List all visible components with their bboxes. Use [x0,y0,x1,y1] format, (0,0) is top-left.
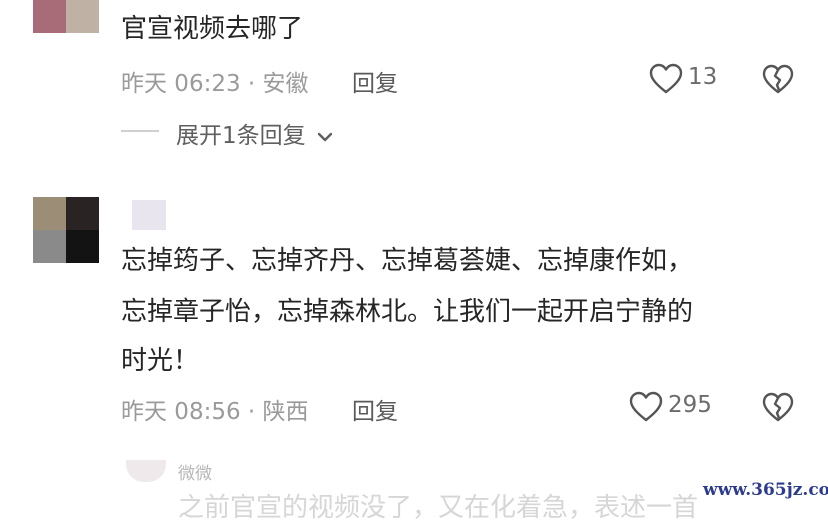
chevron-down-icon [317,132,333,141]
username[interactable]: 微微 [178,459,212,484]
avatar-tile [33,230,66,263]
avatar-tile [33,197,66,230]
like-button[interactable] [649,63,683,95]
username[interactable] [132,200,166,230]
avatar-left-half [33,0,66,33]
avatar[interactable] [33,197,99,263]
dislike-button[interactable] [762,63,794,95]
comment-text: 官宣视频去哪了 [121,14,304,44]
heart-icon [649,63,683,94]
comment-text: 之前官宣的视频没了，又在化着急，表述一首 [178,493,699,523]
like-button[interactable] [629,391,663,423]
comment-text-line: 忘掉章子怡，忘掉森林北。让我们一起开启宁静的 [121,297,694,327]
heart-icon [629,391,663,422]
avatar[interactable] [126,460,166,482]
avatar-tile [66,197,99,230]
expand-replies-label: 展开1条回复 [176,123,306,149]
broken-heart-icon [762,392,794,422]
reply-button[interactable]: 回复 [352,392,398,426]
expand-replies-button[interactable]: 展开1条回复 [176,116,333,150]
like-count: 13 [688,64,718,90]
avatar-tile [66,230,99,263]
avatar[interactable] [33,0,99,33]
comment-meta: 昨天 08:56 · 陕西 [121,399,309,425]
dislike-button[interactable] [762,391,794,423]
comment-text-line: 时光！ [121,346,200,376]
comment-meta: 昨天 06:23 · 安徽 [121,71,309,97]
expand-divider [121,130,159,132]
broken-heart-icon [762,64,794,94]
watermark: www.365jz.com [703,480,828,500]
reply-button[interactable]: 回复 [352,64,398,98]
comment-text-line: 忘掉筠子、忘掉齐丹、忘掉葛荟婕、忘掉康作如， [121,246,694,276]
like-count: 295 [668,392,712,418]
avatar-right-half [66,0,99,33]
